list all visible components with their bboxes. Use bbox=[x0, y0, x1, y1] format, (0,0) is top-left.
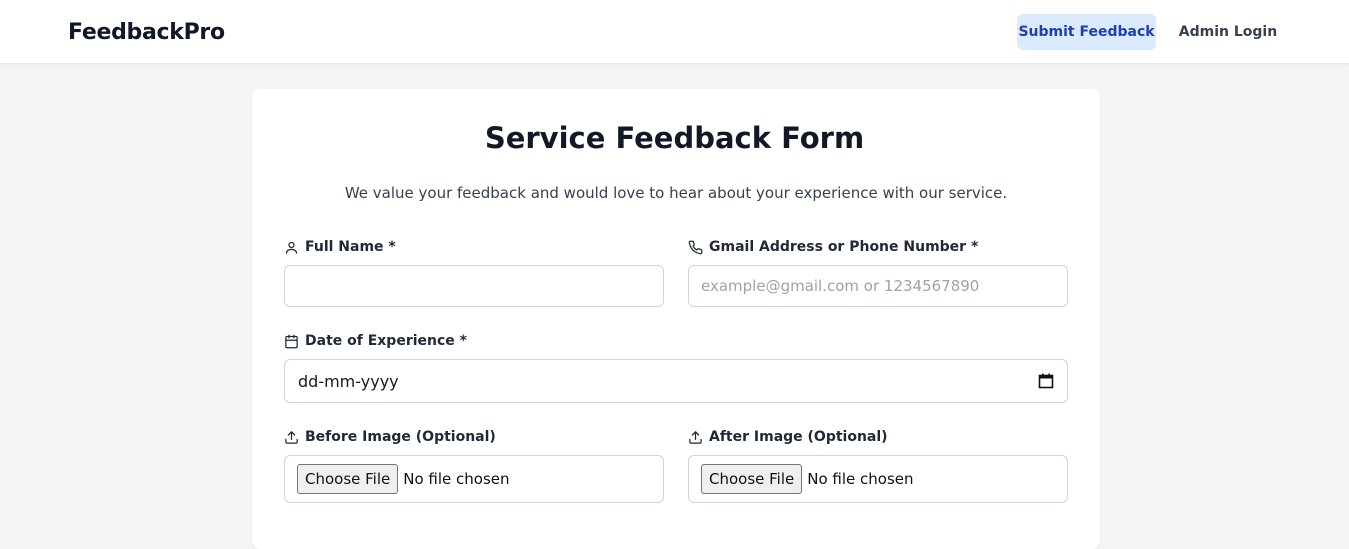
full-name-input[interactable] bbox=[284, 265, 664, 307]
after-image-file-input[interactable]: Choose File No file chosen bbox=[688, 455, 1068, 503]
brand-logo[interactable]: FeedbackPro bbox=[68, 20, 225, 45]
top-navbar: FeedbackPro Submit Feedback Admin Login bbox=[0, 0, 1349, 64]
full-name-label-text: Full Name * bbox=[305, 239, 396, 255]
before-image-label: Before Image (Optional) bbox=[284, 428, 496, 446]
after-image-choose-file-button[interactable]: Choose File bbox=[701, 464, 803, 494]
contact-label: Gmail Address or Phone Number * bbox=[688, 238, 978, 256]
upload-icon bbox=[285, 430, 298, 444]
date-label: Date of Experience * bbox=[284, 332, 467, 350]
submit-feedback-button[interactable]: Submit Feedback bbox=[1017, 14, 1156, 50]
date-input-value: dd-mm-yyyy bbox=[298, 371, 399, 391]
before-image-choose-file-button[interactable]: Choose File bbox=[297, 464, 399, 494]
contact-label-text: Gmail Address or Phone Number * bbox=[709, 239, 979, 255]
page-title: Service Feedback Form bbox=[484, 121, 865, 155]
before-image-file-input[interactable]: Choose File No file chosen bbox=[284, 455, 664, 503]
calendar-icon bbox=[285, 334, 298, 348]
admin-login-link[interactable]: Admin Login bbox=[1170, 14, 1286, 50]
contact-input[interactable] bbox=[688, 265, 1068, 307]
before-image-label-text: Before Image (Optional) bbox=[305, 429, 496, 445]
upload-icon bbox=[689, 430, 702, 444]
after-image-file-status: No file chosen bbox=[807, 470, 914, 488]
user-icon bbox=[285, 241, 298, 254]
after-image-label: After Image (Optional) bbox=[688, 428, 888, 446]
after-image-label-text: After Image (Optional) bbox=[709, 429, 888, 445]
date-input[interactable]: dd-mm-yyyy bbox=[284, 359, 1068, 403]
phone-icon bbox=[688, 240, 703, 254]
before-image-file-status: No file chosen bbox=[403, 470, 510, 488]
page-subtitle: We value your feedback and would love to… bbox=[344, 184, 1008, 202]
full-name-label: Full Name * bbox=[284, 238, 396, 256]
date-label-text: Date of Experience * bbox=[305, 333, 467, 349]
calendar-picker-icon[interactable] bbox=[1038, 373, 1054, 389]
